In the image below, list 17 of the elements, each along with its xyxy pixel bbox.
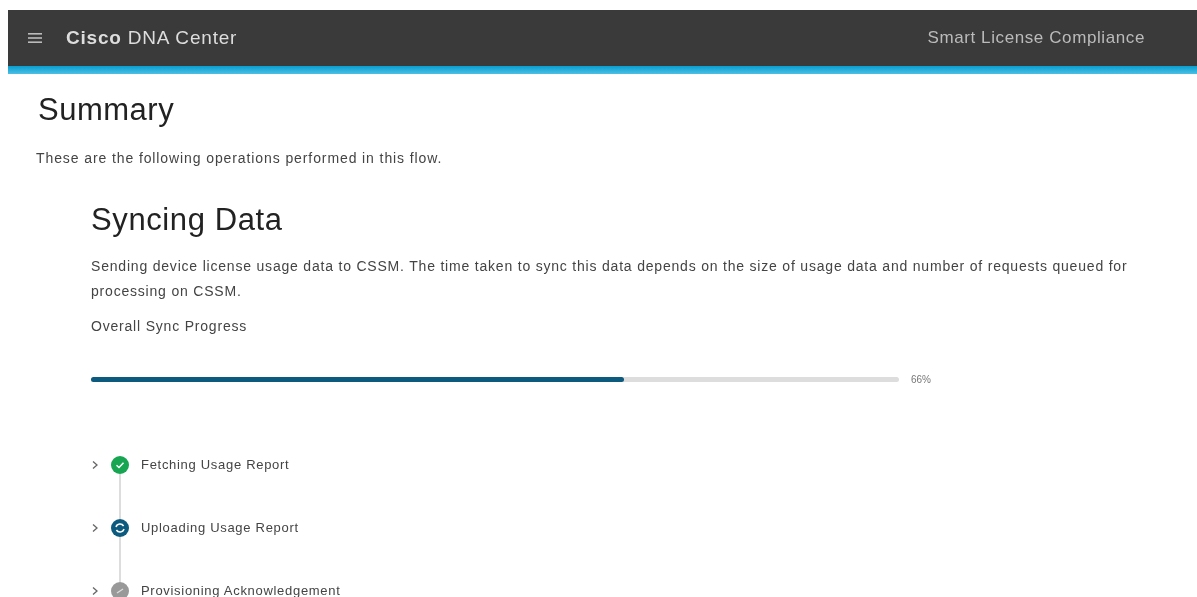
summary-description: These are the following operations performed in this flow. xyxy=(36,150,444,166)
step-label: Uploading Usage Report xyxy=(141,520,299,535)
step-label: Fetching Usage Report xyxy=(141,457,290,472)
page-title: Smart License Compliance xyxy=(927,28,1145,48)
progress-percent: 66% xyxy=(911,374,931,385)
menu-icon[interactable] xyxy=(28,32,42,44)
chevron-icon[interactable] xyxy=(91,459,99,470)
chevron-icon[interactable] xyxy=(91,522,99,533)
check-circle-icon xyxy=(111,455,129,474)
app-title: Cisco DNA Center xyxy=(66,27,238,49)
chevron-icon[interactable] xyxy=(91,585,99,596)
section-title: Syncing Data xyxy=(91,202,284,238)
step-label: Provisioning Acknowledgement xyxy=(141,583,341,597)
sync-icon xyxy=(111,518,129,537)
sync-description: Sending device license usage data to CSSM. The time taken to sync this data depends on the size of usage data and number of requests queued for processing on CSSM. xyxy=(91,257,1129,301)
progress-label: Overall Sync Progress xyxy=(91,318,249,334)
summary-title: Summary xyxy=(38,92,176,128)
